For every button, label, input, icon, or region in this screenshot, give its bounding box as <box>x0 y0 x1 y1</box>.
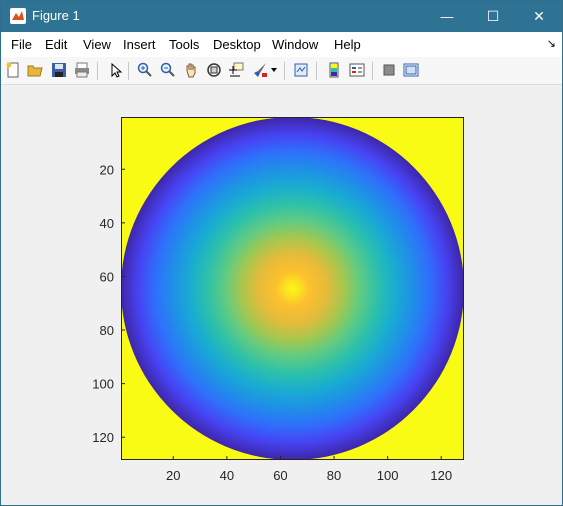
toolbar-separator <box>97 62 98 80</box>
dock-arrow-icon[interactable]: ↘ <box>547 37 556 50</box>
toolbar-separator <box>128 62 129 80</box>
toolbar-separator <box>372 62 373 80</box>
maximize-icon: ☐ <box>486 8 500 24</box>
menu-desktop[interactable]: Desktop <box>213 37 261 52</box>
close-button[interactable]: ✕ <box>516 1 562 32</box>
menu-file[interactable]: File <box>11 37 32 52</box>
maximize-button[interactable]: ☐ <box>470 1 516 32</box>
insert-legend-icon[interactable] <box>348 61 366 79</box>
figure-toolbar <box>1 57 562 85</box>
menu-help[interactable]: Help <box>334 37 361 52</box>
menu-window[interactable]: Window <box>272 37 318 52</box>
minimize-icon: — <box>440 9 454 24</box>
rotate-3d-icon[interactable] <box>205 61 223 79</box>
pan-icon[interactable] <box>182 61 200 79</box>
figure-window: Figure 1 — ☐ ✕ File Edit View Insert Too… <box>0 0 563 506</box>
minimize-button[interactable]: — <box>424 1 470 32</box>
zoom-out-icon[interactable] <box>159 61 177 79</box>
open-file-icon[interactable] <box>26 61 44 79</box>
menu-tools[interactable]: Tools <box>169 37 199 52</box>
image-axes[interactable] <box>121 117 464 460</box>
window-title: Figure 1 <box>32 8 80 23</box>
insert-colorbar-icon[interactable] <box>325 61 343 79</box>
brush-icon[interactable] <box>251 61 269 79</box>
disk-image <box>121 117 464 460</box>
hide-plot-tools-icon[interactable] <box>380 61 398 79</box>
save-icon[interactable] <box>50 61 68 79</box>
print-icon[interactable] <box>73 61 91 79</box>
brush-dropdown-icon[interactable] <box>269 61 279 79</box>
menu-insert[interactable]: Insert <box>123 37 156 52</box>
new-figure-icon[interactable] <box>4 61 22 79</box>
link-plot-icon[interactable] <box>292 61 310 79</box>
matlab-app-icon <box>10 8 26 24</box>
toolbar-separator <box>284 62 285 80</box>
show-plot-tools-icon[interactable] <box>402 61 420 79</box>
data-cursor-icon[interactable] <box>227 61 245 79</box>
toolbar-separator <box>316 62 317 80</box>
close-icon: ✕ <box>533 8 545 24</box>
zoom-in-icon[interactable] <box>136 61 154 79</box>
menu-edit[interactable]: Edit <box>45 37 67 52</box>
menu-view[interactable]: View <box>83 37 111 52</box>
menu-bar: File Edit View Insert Tools Desktop Wind… <box>1 32 562 57</box>
edit-plot-icon[interactable] <box>106 61 124 79</box>
title-bar[interactable]: Figure 1 — ☐ ✕ <box>1 1 562 32</box>
